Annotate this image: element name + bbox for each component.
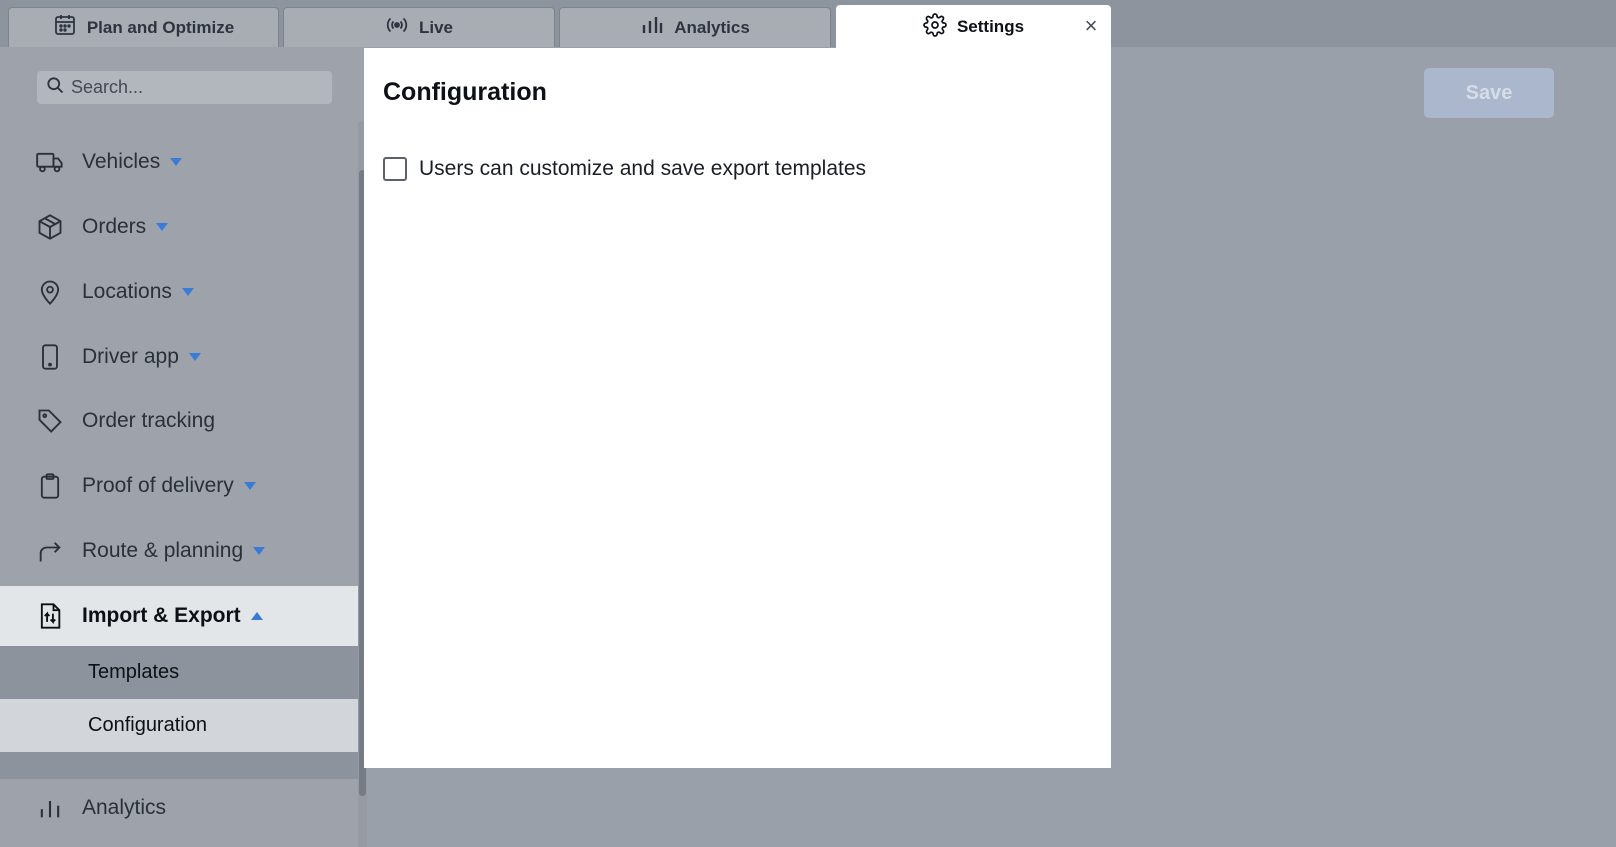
tab-settings[interactable]: Settings: [836, 5, 1111, 48]
export-templates-option[interactable]: Users can customize and save export temp…: [383, 157, 866, 181]
sidebar-item-driver-app[interactable]: Driver app: [0, 327, 362, 387]
tab-label: Settings: [956, 17, 1025, 36]
configuration-panel: Configuration Users can customize and sa…: [364, 48, 1111, 768]
search-icon: [45, 75, 65, 100]
sidebar-item-label: Orders: [82, 215, 147, 238]
sidebar-item-analytics[interactable]: Analytics: [0, 778, 362, 838]
search-box[interactable]: [37, 71, 332, 104]
tab-label: Live: [418, 17, 454, 37]
sidebar-item-proof-of-delivery[interactable]: Proof of delivery: [0, 456, 362, 516]
sidebar-item-orders[interactable]: Orders: [0, 197, 362, 257]
sidebar-item-order-tracking[interactable]: Order tracking: [0, 391, 362, 451]
sidebar-item-label: Driver app: [82, 345, 179, 368]
tab-live[interactable]: Live: [283, 7, 555, 47]
chevron-down-icon: [181, 288, 194, 297]
sidebar-item-import-export[interactable]: Import & Export: [0, 586, 362, 646]
bar-chart-icon: [36, 794, 64, 822]
tab-label: Analytics: [674, 17, 750, 37]
chevron-down-icon: [170, 158, 183, 167]
sidebar-item-locations[interactable]: Locations: [0, 262, 362, 322]
sidebar-item-vehicles[interactable]: Vehicles: [0, 132, 362, 192]
close-icon[interactable]: ×: [1080, 13, 1102, 38]
smartphone-icon: [36, 343, 64, 371]
broadcast-icon: [385, 13, 409, 42]
sidebar-subitem-configuration[interactable]: Configuration: [0, 699, 362, 752]
package-icon: [36, 213, 64, 241]
import-export-icon: [36, 602, 64, 630]
bar-chart-icon: [640, 13, 664, 42]
tab-plan-and-optimize[interactable]: Plan and Optimize: [8, 7, 279, 47]
route-arrow-icon: [36, 537, 64, 565]
export-templates-checkbox[interactable]: [383, 157, 407, 181]
sidebar-subitem-label: Configuration: [88, 714, 207, 736]
top-tab-bar: Plan and Optimize Live Analytics Setting…: [0, 0, 1616, 48]
gear-icon: [923, 12, 947, 42]
sidebar-item-route-planning[interactable]: Route & planning: [0, 521, 362, 581]
chevron-down-icon: [188, 353, 201, 362]
sidebar-item-label: Import & Export: [82, 604, 241, 627]
map-pin-icon: [36, 278, 64, 306]
sidebar-subitem-label: Templates: [88, 661, 180, 683]
chevron-down-icon: [243, 482, 256, 491]
chevron-up-icon: [250, 612, 263, 621]
sidebar-item-label: Route & planning: [82, 539, 244, 562]
checkbox-label: Users can customize and save export temp…: [419, 157, 867, 180]
search-input[interactable]: [71, 77, 321, 98]
tab-analytics[interactable]: Analytics: [559, 7, 831, 47]
chevron-down-icon: [253, 547, 266, 556]
sidebar-item-label: Vehicles: [82, 150, 161, 173]
sidebar-item-label: Analytics: [82, 796, 167, 819]
tag-icon: [36, 407, 64, 435]
truck-icon: [36, 148, 64, 176]
page-title: Configuration: [383, 78, 547, 106]
sidebar-item-label: Proof of delivery: [82, 474, 234, 497]
sidebar-subitem-templates[interactable]: Templates: [0, 646, 362, 699]
chevron-down-icon: [156, 223, 169, 232]
sidebar-section-divider: [0, 752, 362, 779]
calendar-icon: [53, 13, 77, 42]
save-button[interactable]: Save: [1424, 68, 1554, 118]
tab-label: Plan and Optimize: [86, 17, 235, 37]
sidebar-item-label: Locations: [82, 280, 172, 303]
sidebar-item-label: Order tracking: [82, 409, 216, 432]
clipboard-icon: [36, 472, 64, 500]
